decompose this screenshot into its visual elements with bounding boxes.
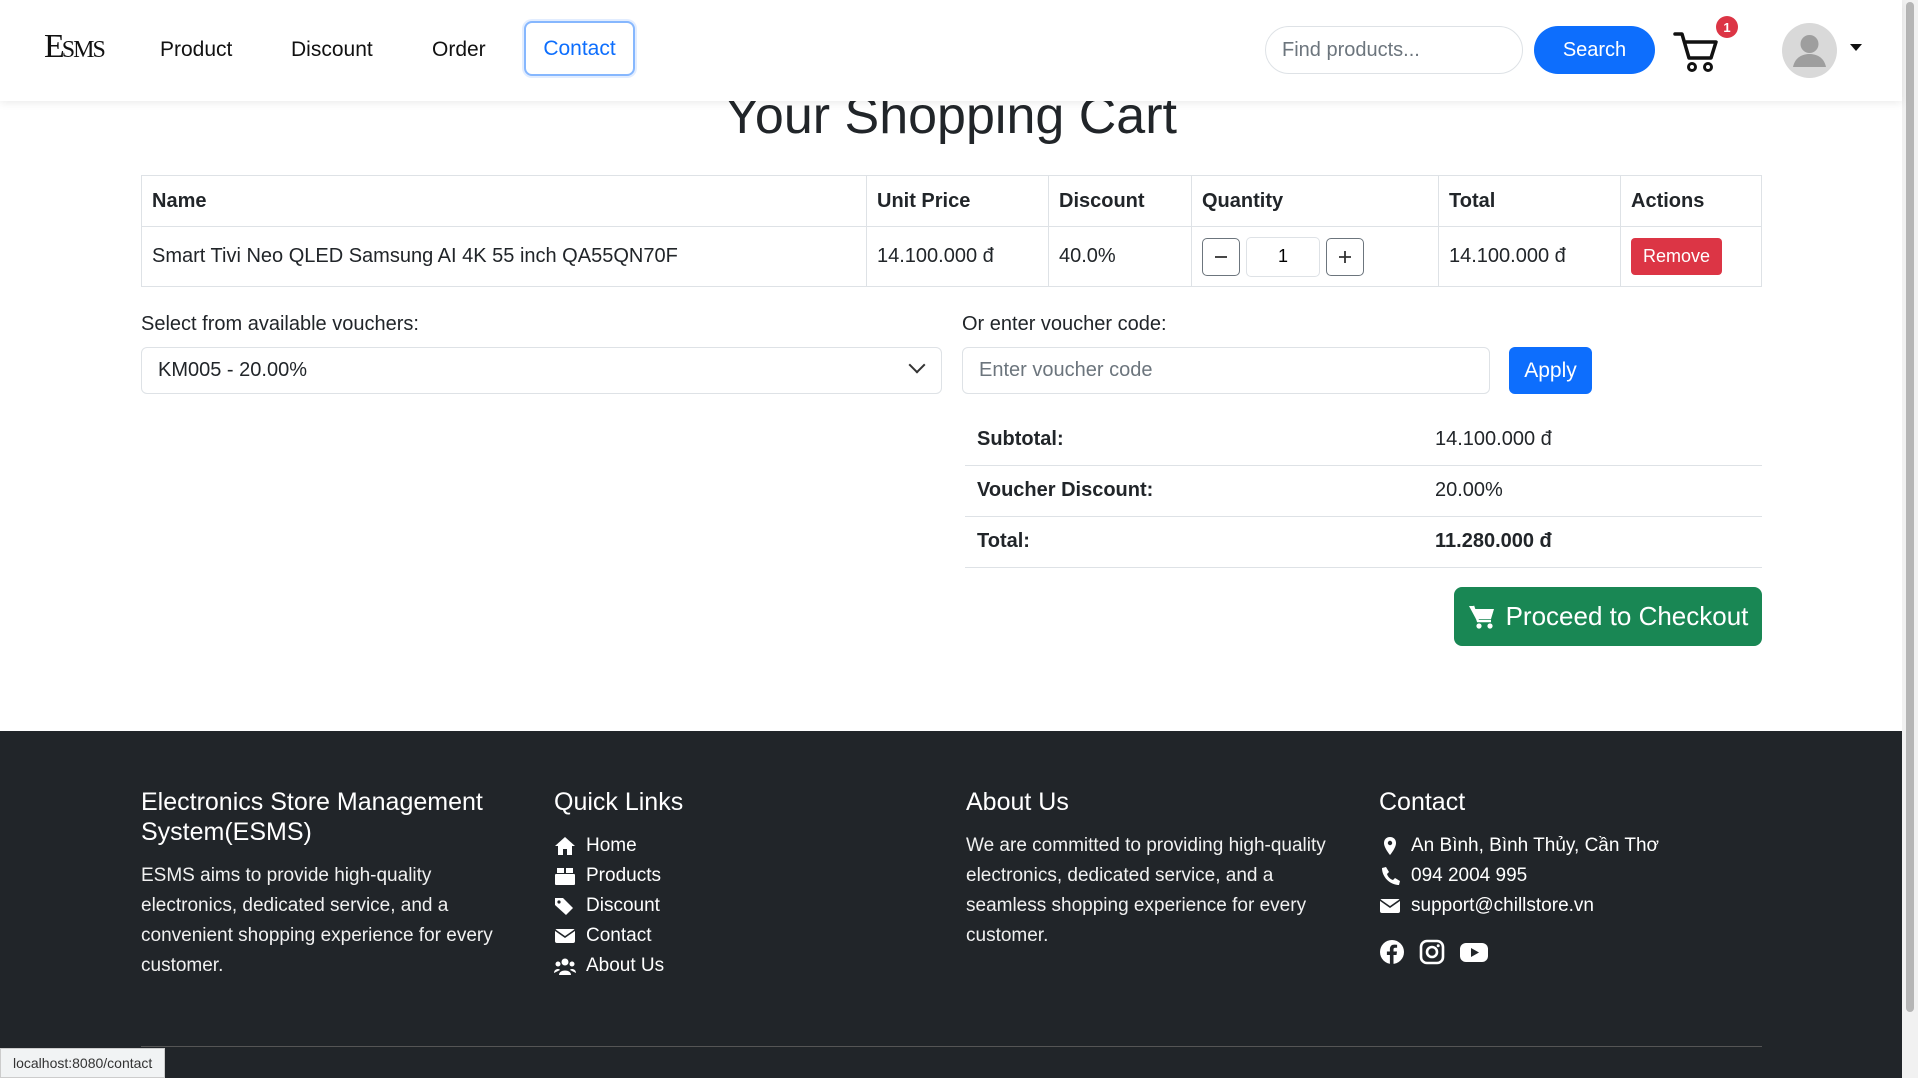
- navbar: ESMS Product Discount Order Contact Sear…: [0, 0, 1902, 101]
- cart-icon[interactable]: [1672, 26, 1722, 76]
- youtube-icon[interactable]: [1459, 939, 1489, 965]
- total-label: Total:: [965, 516, 1423, 568]
- chevron-down-icon[interactable]: [1850, 44, 1862, 51]
- cart-icon: [1468, 605, 1494, 629]
- table-row: Smart Tivi Neo QLED Samsung AI 4K 55 inc…: [141, 226, 1762, 287]
- user-icon: [1793, 35, 1826, 67]
- col-quantity: Quantity: [1191, 175, 1439, 227]
- footer-link-label: Discount: [586, 895, 660, 916]
- voucher-discount-label: Voucher Discount:: [965, 465, 1423, 517]
- apply-voucher-button[interactable]: Apply: [1509, 347, 1592, 394]
- footer-link-label: Products: [586, 865, 661, 886]
- order-summary: Subtotal: 14.100.000 đ Voucher Discount:…: [965, 414, 1762, 568]
- footer-link-label: About Us: [586, 955, 665, 976]
- footer-email-text: support@chillstore.vn: [1411, 895, 1594, 916]
- instagram-icon[interactable]: [1419, 939, 1445, 965]
- voucher-select-label: Select from available vouchers:: [141, 313, 419, 335]
- summary-row-voucher: Voucher Discount: 20.00%: [965, 465, 1762, 517]
- footer-about-text: ESMS aims to provide high-quality electr…: [141, 865, 493, 976]
- boxes-icon: [555, 868, 575, 885]
- plus-icon: [1339, 250, 1351, 263]
- nav-order[interactable]: Order: [432, 38, 486, 62]
- search-input[interactable]: [1265, 26, 1523, 74]
- proceed-to-checkout-button[interactable]: Proceed to Checkout: [1454, 587, 1762, 646]
- item-discount: 40.0%: [1048, 226, 1192, 287]
- col-name: Name: [141, 175, 867, 227]
- increase-quantity-button[interactable]: [1326, 237, 1364, 276]
- footer-link-contact[interactable]: Contact: [554, 921, 854, 951]
- col-total: Total: [1438, 175, 1621, 227]
- footer-link-label: Contact: [586, 925, 652, 946]
- decrease-quantity-button[interactable]: [1202, 237, 1240, 276]
- item-name: Smart Tivi Neo QLED Samsung AI 4K 55 inc…: [141, 226, 867, 287]
- footer-quick-links: Quick Links Home Products Discount Conta…: [554, 787, 854, 981]
- envelope-icon: [554, 929, 576, 943]
- footer-about-us-text: We are committed to providing high-quali…: [966, 835, 1326, 946]
- cart-count-badge: 1: [1716, 16, 1738, 38]
- avatar[interactable]: [1782, 23, 1837, 78]
- voucher-selected-value: KM005 - 20.00%: [158, 359, 307, 381]
- phone-icon: [1382, 867, 1400, 885]
- location-pin-icon: [1384, 837, 1396, 855]
- minus-icon: [1215, 255, 1227, 258]
- table-header-row: Name Unit Price Discount Quantity Total …: [141, 175, 1762, 227]
- summary-row-subtotal: Subtotal: 14.100.000 đ: [965, 414, 1762, 466]
- footer-address: An Bình, Bình Thủy, Cần Thơ: [1379, 831, 1759, 861]
- footer-phone-text: 094 2004 995: [1411, 865, 1528, 886]
- item-total: 14.100.000 đ: [1438, 226, 1621, 287]
- chevron-down-icon: [908, 356, 926, 374]
- footer-contact-title: Contact: [1379, 788, 1466, 816]
- subtotal-value: 14.100.000 đ: [1423, 414, 1762, 466]
- quantity-input[interactable]: [1246, 236, 1320, 277]
- item-actions: Remove: [1620, 226, 1762, 287]
- footer-link-discount[interactable]: Discount: [554, 891, 854, 921]
- status-bar-url: localhost:8080/contact: [0, 1048, 166, 1078]
- footer-about: Electronics Store Management System(ESMS…: [141, 787, 521, 981]
- nav-contact[interactable]: Contact: [524, 21, 635, 76]
- footer-about-us: About Us We are committed to providing h…: [966, 787, 1356, 951]
- store-logo[interactable]: ESMS: [44, 28, 106, 72]
- footer-link-label: Home: [586, 835, 637, 856]
- search-button[interactable]: Search: [1534, 26, 1655, 74]
- cart-table: Name Unit Price Discount Quantity Total …: [141, 175, 1762, 287]
- footer-link-home[interactable]: Home: [554, 831, 854, 861]
- subtotal-label: Subtotal:: [965, 414, 1423, 466]
- quantity-stepper: [1202, 236, 1428, 277]
- tags-icon: [555, 898, 573, 915]
- envelope-icon: [1379, 899, 1401, 913]
- users-icon: [554, 958, 576, 975]
- col-unit-price: Unit Price: [866, 175, 1049, 227]
- col-discount: Discount: [1048, 175, 1192, 227]
- total-value: 11.280.000 đ: [1423, 516, 1762, 568]
- footer: Electronics Store Management System(ESMS…: [0, 731, 1902, 1078]
- footer-email[interactable]: support@chillstore.vn: [1379, 891, 1759, 921]
- summary-row-total: Total: 11.280.000 đ: [965, 516, 1762, 568]
- footer-address-text: An Bình, Bình Thủy, Cần Thơ: [1411, 835, 1659, 856]
- item-unit-price: 14.100.000 đ: [866, 226, 1049, 287]
- footer-divider: [141, 1046, 1762, 1047]
- voucher-code-input[interactable]: [962, 347, 1490, 394]
- footer-contact: Contact An Bình, Bình Thủy, Cần Thơ 094 …: [1379, 787, 1759, 965]
- footer-quick-links-title: Quick Links: [554, 788, 684, 816]
- footer-about-title: Electronics Store Management System(ESMS…: [141, 788, 483, 846]
- voucher-select[interactable]: KM005 - 20.00%: [141, 347, 942, 394]
- checkout-label: Proceed to Checkout: [1505, 601, 1749, 631]
- remove-button[interactable]: Remove: [1631, 238, 1723, 275]
- social-links: [1379, 939, 1759, 965]
- footer-phone: 094 2004 995: [1379, 861, 1759, 891]
- voucher-code-label: Or enter voucher code:: [962, 313, 1167, 335]
- facebook-icon[interactable]: [1379, 939, 1405, 965]
- home-icon: [555, 837, 575, 855]
- nav-discount[interactable]: Discount: [291, 38, 373, 62]
- item-quantity-cell: [1191, 226, 1439, 287]
- voucher-discount-value: 20.00%: [1423, 465, 1762, 517]
- col-actions: Actions: [1620, 175, 1762, 227]
- scrollbar-thumb[interactable]: [1906, 2, 1914, 1012]
- footer-link-about-us[interactable]: About Us: [554, 951, 854, 981]
- footer-link-products[interactable]: Products: [554, 861, 854, 891]
- nav-product[interactable]: Product: [160, 38, 232, 62]
- footer-about-us-title: About Us: [966, 788, 1069, 816]
